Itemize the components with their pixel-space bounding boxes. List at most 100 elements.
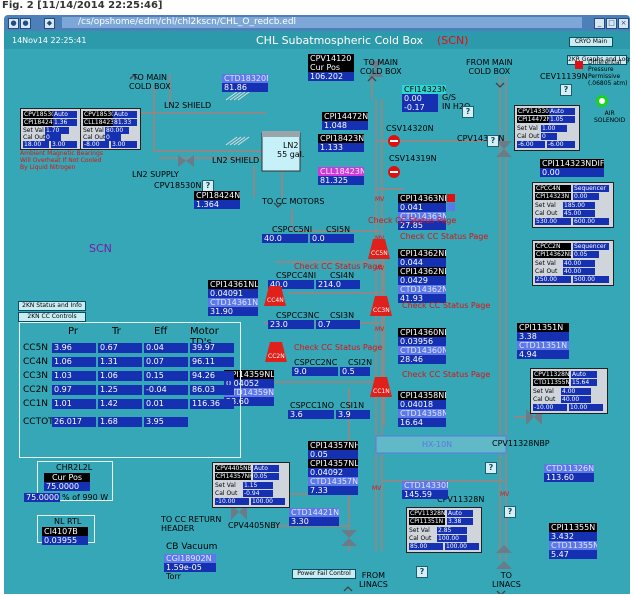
cpi11355n-tag[interactable]: CPI11355N	[549, 523, 597, 532]
c1-lo[interactable]: 18.00	[23, 141, 49, 148]
c6-mode[interactable]: Auto	[571, 371, 597, 378]
maximize-icon[interactable]: □	[606, 18, 617, 29]
window-titlebar[interactable]: ● ● ◆ /cs/opshome/edm/chl/chl2kscn/CHL_O…	[4, 15, 630, 31]
check-cc-status-1[interactable]: Check CC Status Page	[402, 370, 490, 379]
c2-lo[interactable]: -8.00	[83, 141, 109, 148]
cpi114323ndiff-tag[interactable]: CPI114323NDIFF	[540, 159, 604, 168]
ctd11326n-tag[interactable]: CTD11326N	[544, 464, 594, 473]
c6-set[interactable]: 4.00	[561, 388, 591, 395]
ctd14358nl-tag[interactable]: CTD14358NL	[398, 409, 446, 418]
cpv11328n-help-icon[interactable]: ?	[504, 506, 516, 518]
c8-hi[interactable]: 100.00	[445, 543, 479, 550]
cpv11328n-controller[interactable]: CPV11328N Auto CTD11355N 15.64 Set Val 4…	[530, 368, 608, 414]
c1-set[interactable]: 1.70	[45, 127, 69, 134]
csv14320n-stop-icon[interactable]	[388, 135, 400, 147]
window-pin-icon[interactable]: ●	[20, 18, 31, 29]
cpi14358nl-tag[interactable]: CPI14358NL	[398, 391, 446, 400]
cpi14363nh-tag[interactable]: CPI14363NH	[398, 194, 446, 203]
minimize-icon[interactable]: _	[594, 18, 605, 29]
cpi14357nh-tag[interactable]: CPI14357NH	[308, 441, 358, 450]
c4-set[interactable]: 185.00	[563, 202, 595, 209]
c6-lo[interactable]: -10.00	[533, 404, 567, 411]
power-fail-button[interactable]: Power Fail Control	[292, 569, 356, 579]
c5-hi[interactable]: 500.00	[573, 276, 609, 283]
c3-lo[interactable]: -6.00	[517, 141, 545, 148]
c7-lo[interactable]: -10.00	[215, 498, 249, 505]
close-icon[interactable]: ×	[618, 18, 629, 29]
c1-mode[interactable]: Auto	[53, 111, 77, 118]
c3-mode[interactable]: Auto	[549, 108, 575, 115]
cpcc4n-controller[interactable]: CPCC4N Sequencer CPI14323N 0.00 Set Val …	[532, 182, 614, 228]
cpv4405nby-controller[interactable]: CPV4405NBY Auto CPI14357NH 0.05 Set Val …	[212, 462, 290, 508]
c5-mode[interactable]: Sequencer	[573, 243, 609, 250]
cpi18423n-tag[interactable]: CPI18423N	[318, 134, 364, 143]
cpi14362nl-tag[interactable]: CPI14362NL	[398, 267, 446, 276]
c5-set[interactable]: 40.00	[563, 260, 595, 267]
c7-mode[interactable]: Auto	[253, 465, 279, 472]
ci4107b-tag[interactable]: CI4107B	[42, 527, 88, 536]
cpv14120-tag[interactable]: CPV14120	[308, 54, 354, 63]
csv14319n-stop-icon[interactable]	[388, 166, 400, 178]
c8-set[interactable]: 2.85	[437, 527, 467, 534]
cpi11351n-tag[interactable]: CPI11351N	[517, 323, 569, 332]
cc3n-compressor-icon[interactable]: CC3N	[370, 296, 392, 316]
check-cc-status-4[interactable]: Check CC Status Page	[294, 262, 382, 271]
cc2n-compressor-icon[interactable]: CC2N	[265, 342, 287, 362]
cpi14362nh-tag[interactable]: CPI14362NH	[398, 249, 446, 258]
cc-controls-button[interactable]: 2KN CC Controls	[18, 312, 86, 322]
c3-set[interactable]: 1.00	[541, 125, 567, 132]
cev11139n-help-icon[interactable]: ?	[560, 84, 572, 96]
cll18423n-tag[interactable]: CLL18423N	[318, 167, 364, 176]
cpi14472n-tag[interactable]: CPI14472N	[322, 112, 368, 121]
cpv14330n-help-icon[interactable]: ?	[487, 135, 499, 147]
c5-lo[interactable]: 250.00	[535, 276, 571, 283]
c8-lo[interactable]: 85.00	[409, 543, 443, 550]
ctd14360nl-tag[interactable]: CTD14360NL	[398, 346, 446, 355]
cpv18530nl-controller[interactable]: CPV18530NL Auto CLL18423N 81.33 Set Val …	[80, 108, 141, 150]
cc1n-compressor-icon[interactable]: CC1N	[370, 377, 392, 397]
cfi14323n-tag[interactable]: CFI14323N	[402, 85, 446, 94]
ctd14362nl-tag[interactable]: CTD14362NL	[398, 285, 446, 294]
cpi14361nl-tag[interactable]: CPI14361NL	[208, 280, 258, 289]
c4-hi[interactable]: 600.00	[573, 218, 609, 225]
c2-set[interactable]: 80.00	[105, 127, 129, 134]
c7-hi[interactable]: 100.00	[251, 498, 285, 505]
check-cc-status-2[interactable]: Check CC Status Page	[294, 343, 382, 352]
check-cc-status-5[interactable]: Check CC Status Page	[368, 216, 456, 225]
check-cc-status-5b[interactable]: Check CC Status Page	[400, 232, 488, 241]
c7-set[interactable]: 1.15	[243, 482, 273, 489]
c4-lo[interactable]: 530.00	[535, 218, 571, 225]
ctd14330n-tag[interactable]: CTD14330N	[402, 481, 448, 490]
c1-hi[interactable]: 3.00	[51, 141, 77, 148]
cpv11328nbp-help-icon[interactable]: ?	[485, 462, 497, 474]
cfi14323n-help-icon[interactable]: ?	[462, 106, 474, 118]
cc4n-compressor-icon[interactable]: CC4N	[264, 286, 286, 306]
c2-mode[interactable]: Auto	[113, 111, 137, 118]
cc5n-compressor-icon[interactable]: CC5N	[368, 239, 390, 259]
cpv11328n-controller-2[interactable]: CPV11328N Auto CPI11351N 3.38 Set Val 2.…	[406, 507, 482, 553]
ctd18320n-tag[interactable]: CTD18320N	[222, 74, 268, 83]
c3-hi[interactable]: -6.00	[547, 141, 575, 148]
status-info-button[interactable]: 2KN Status and Info	[18, 301, 86, 311]
c4-mode[interactable]: Sequencer	[573, 185, 609, 192]
c8-mode[interactable]: Auto	[447, 510, 473, 517]
cpi18424n-tag[interactable]: CPI18424N	[194, 191, 240, 200]
check-cc-status-3[interactable]: Check CC Status Page	[402, 301, 490, 310]
ctd14421n-tag[interactable]: CTD14421N	[289, 508, 339, 517]
cpcc2n-controller[interactable]: CPCC2N Sequencer CPI14362NL 0.05 Set Val…	[532, 240, 614, 286]
ctd14361nl-tag[interactable]: CTD14361NL	[208, 298, 258, 307]
cpi11355n-value: 3.432	[549, 532, 597, 541]
c2-hi[interactable]: 3.00	[111, 141, 137, 148]
cpv14330-help-icon[interactable]: ?	[416, 566, 428, 578]
c6-hi[interactable]: 10.00	[569, 404, 603, 411]
ctd14357nl-tag[interactable]: CTD14357NL	[308, 477, 358, 486]
cpv18530na-controller[interactable]: CPV18530NA Auto CPI18424N 1.36 Set Val 1…	[20, 108, 81, 150]
ctd11351n-tag[interactable]: CTD11351N	[517, 341, 569, 350]
cpi14357nl-tag[interactable]: CPI14357NL	[308, 459, 358, 468]
cb-vacuum-tag[interactable]: CGI18902N	[164, 554, 216, 563]
cpi14360nl-tag[interactable]: CPI14360NL	[398, 328, 446, 337]
ctd11355n-tag[interactable]: CTD11355N	[549, 541, 597, 550]
window-tab-icon[interactable]: ◆	[44, 18, 55, 29]
window-menu-icon[interactable]: ●	[8, 18, 19, 29]
cpv14330n-controller[interactable]: CPV14330N Auto CPI14472N 1.05 Set Val 1.…	[514, 105, 580, 151]
